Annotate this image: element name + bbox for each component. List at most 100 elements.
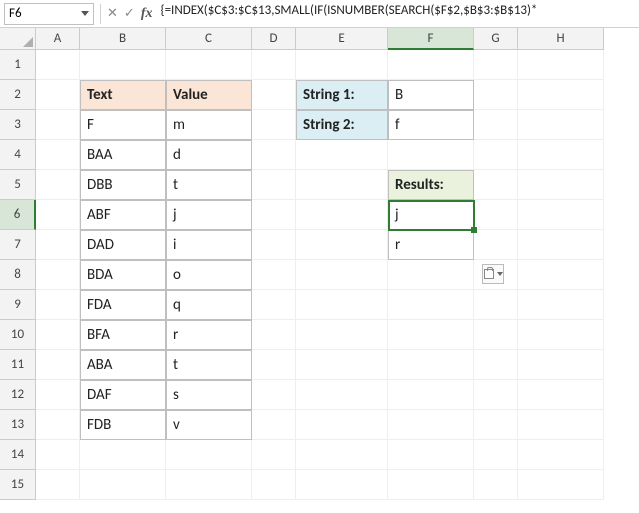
table-row[interactable]: DBB	[80, 170, 166, 200]
table-row[interactable]: m	[166, 110, 252, 140]
results-cell[interactable]: j	[388, 200, 474, 230]
col-header[interactable]: B	[80, 28, 166, 50]
cell[interactable]	[388, 290, 474, 320]
row-header[interactable]: 12	[0, 380, 36, 410]
cell[interactable]	[474, 380, 518, 410]
fx-icon[interactable]: fx	[141, 6, 153, 22]
table-row[interactable]: FDA	[80, 290, 166, 320]
cell[interactable]	[36, 260, 80, 290]
row-header[interactable]: 7	[0, 230, 36, 260]
cell[interactable]	[474, 110, 518, 140]
cell[interactable]	[518, 50, 604, 80]
cell[interactable]	[474, 230, 518, 260]
row-header[interactable]: 9	[0, 290, 36, 320]
cell[interactable]	[296, 140, 388, 170]
row-header[interactable]: 8	[0, 260, 36, 290]
table-row[interactable]: DAD	[80, 230, 166, 260]
row-header[interactable]: 4	[0, 140, 36, 170]
cell[interactable]	[166, 50, 252, 80]
col-header[interactable]: D	[252, 28, 296, 50]
cell[interactable]	[296, 410, 388, 440]
table-row[interactable]: j	[166, 200, 252, 230]
results-cell[interactable]: r	[388, 230, 474, 260]
cell[interactable]	[36, 50, 80, 80]
cell[interactable]	[518, 260, 604, 290]
cell[interactable]	[252, 230, 296, 260]
cell[interactable]	[518, 80, 604, 110]
string1-label[interactable]: String 1:	[296, 80, 388, 110]
cell[interactable]	[296, 230, 388, 260]
row-header[interactable]: 10	[0, 320, 36, 350]
cell[interactable]	[296, 350, 388, 380]
table-row[interactable]: F	[80, 110, 166, 140]
cell[interactable]	[474, 50, 518, 80]
cancel-icon[interactable]: ✕	[107, 6, 118, 21]
cell[interactable]	[388, 140, 474, 170]
cell[interactable]	[474, 80, 518, 110]
cell[interactable]	[388, 350, 474, 380]
cell[interactable]	[296, 470, 388, 500]
cell[interactable]	[36, 230, 80, 260]
cell[interactable]	[166, 440, 252, 470]
select-all-corner[interactable]	[0, 28, 36, 50]
cell[interactable]	[388, 440, 474, 470]
cell[interactable]	[474, 200, 518, 230]
string1-value[interactable]: B	[388, 80, 474, 110]
cell[interactable]	[518, 350, 604, 380]
cell[interactable]	[388, 380, 474, 410]
cell[interactable]	[296, 290, 388, 320]
col-header[interactable]: E	[296, 28, 388, 50]
table-row[interactable]: o	[166, 260, 252, 290]
cell[interactable]	[518, 470, 604, 500]
row-header[interactable]: 14	[0, 440, 36, 470]
cell[interactable]	[474, 440, 518, 470]
cell[interactable]	[474, 140, 518, 170]
cell[interactable]	[36, 80, 80, 110]
cell[interactable]	[36, 380, 80, 410]
results-header[interactable]: Results:	[388, 170, 474, 200]
cell[interactable]	[80, 470, 166, 500]
cell[interactable]	[474, 470, 518, 500]
table-row[interactable]: d	[166, 140, 252, 170]
cell[interactable]	[474, 320, 518, 350]
cell[interactable]	[252, 410, 296, 440]
table-row[interactable]: t	[166, 170, 252, 200]
row-header[interactable]: 13	[0, 410, 36, 440]
cell[interactable]	[36, 170, 80, 200]
row-header[interactable]: 6	[0, 200, 36, 230]
cell[interactable]	[474, 410, 518, 440]
paste-options-icon[interactable]	[482, 264, 504, 284]
table-row[interactable]: BAA	[80, 140, 166, 170]
cell[interactable]	[80, 50, 166, 80]
name-box[interactable]: F6	[4, 3, 94, 25]
table-header-text[interactable]: Text	[80, 80, 166, 110]
table-row[interactable]: FDB	[80, 410, 166, 440]
cell[interactable]	[36, 440, 80, 470]
cell[interactable]	[388, 470, 474, 500]
table-row[interactable]: s	[166, 380, 252, 410]
cell[interactable]	[252, 170, 296, 200]
col-header[interactable]: C	[166, 28, 252, 50]
row-header[interactable]: 2	[0, 80, 36, 110]
cell[interactable]	[518, 410, 604, 440]
cell[interactable]	[36, 320, 80, 350]
col-header[interactable]: A	[36, 28, 80, 50]
cell[interactable]	[518, 290, 604, 320]
cell[interactable]	[518, 170, 604, 200]
cell[interactable]	[518, 140, 604, 170]
cells-area[interactable]: TextValueString 1:B FmString 2:f BAAd DB…	[36, 50, 604, 500]
row-header[interactable]: 5	[0, 170, 36, 200]
table-row[interactable]: BFA	[80, 320, 166, 350]
col-header[interactable]: H	[518, 28, 604, 50]
cell[interactable]	[296, 170, 388, 200]
cell[interactable]	[388, 50, 474, 80]
cell[interactable]	[166, 470, 252, 500]
cell[interactable]	[296, 320, 388, 350]
row-header[interactable]: 3	[0, 110, 36, 140]
cell[interactable]	[518, 110, 604, 140]
cell[interactable]	[252, 50, 296, 80]
table-row[interactable]: t	[166, 350, 252, 380]
cell[interactable]	[252, 440, 296, 470]
cell[interactable]	[296, 50, 388, 80]
cell[interactable]	[252, 200, 296, 230]
